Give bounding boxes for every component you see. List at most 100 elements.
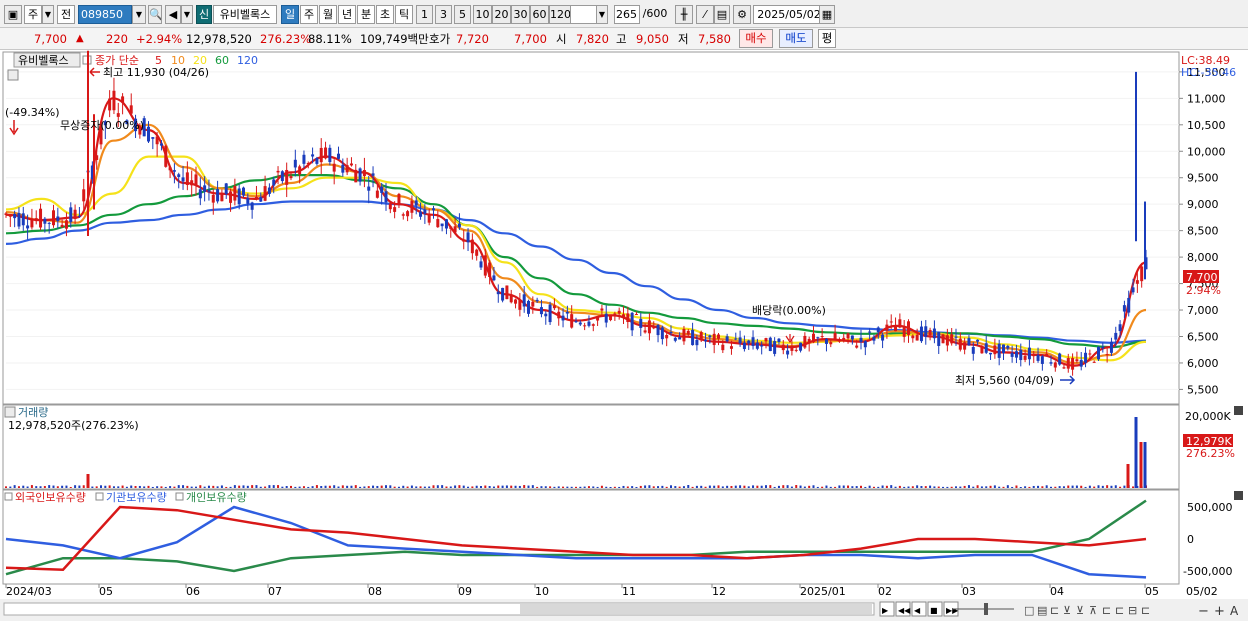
candle-type-icon[interactable]: ╫ [675,5,693,24]
minute-button-120[interactable]: 120 [549,5,571,24]
zoom-out-icon[interactable]: − [1198,604,1209,619]
sell-button[interactable]: 매도 [779,29,813,48]
minute-dropdown-icon[interactable]: ▼ [596,5,608,24]
prev-button[interactable]: 전 [57,5,75,24]
search-icon[interactable]: 🔍 [148,5,162,24]
volume-bar [74,485,77,488]
minute-button-3[interactable]: 3 [435,5,452,24]
volume-bar [1093,486,1096,488]
volume-bar [277,485,280,488]
volume-bar [1028,486,1031,488]
period-button-2[interactable]: 월 [319,5,337,24]
trend-tool-icon[interactable]: ⁄ [696,5,714,24]
zoom-slider-handle[interactable] [984,603,988,615]
code-dropdown-icon[interactable]: ▼ [132,5,146,24]
volume-bar [592,486,595,488]
volume-bar [190,486,193,488]
candle-body [583,325,587,327]
volume-bar [22,485,25,488]
volume-bar [195,486,197,488]
tool-icon-0[interactable]: □ [1024,604,1034,617]
stock-code-input[interactable]: 089850 [78,5,132,24]
speaker-dropdown-icon[interactable]: ▼ [181,5,193,24]
period-button-6[interactable]: 틱 [395,5,413,24]
candle-body [1062,367,1066,369]
candle-body [604,313,608,323]
minute-button-10[interactable]: 10 [473,5,492,24]
period-button-1[interactable]: 주 [300,5,318,24]
volume-bar [143,486,146,488]
eval-button[interactable]: 평 [818,29,836,48]
candle-body [43,218,47,224]
stock-name-field[interactable]: 유비벨록스 [213,5,277,24]
tool-icon-2[interactable]: ⊏ [1050,604,1059,617]
candle-body [695,339,699,346]
candle-body [496,291,500,295]
tool-icon-1[interactable]: ▤ [1037,604,1047,617]
count-input[interactable]: 265 [614,5,640,24]
candle-body [1127,297,1131,313]
holding-legend-1: 기관보유수량 [106,491,167,504]
minute-button-60[interactable]: 60 [530,5,549,24]
period-button-3[interactable]: 년 [338,5,356,24]
minute-button-1[interactable]: 1 [416,5,433,24]
stock-chart[interactable]: 11,50011,00010,50010,0009,5009,0008,5008… [0,50,1248,621]
period-button-4[interactable]: 분 [357,5,375,24]
candle-body [747,340,751,344]
high-label: 고 [616,32,627,46]
candle-body [824,338,828,344]
candle-body [980,345,984,354]
volume-bar [281,486,284,488]
calendar-icon[interactable]: ▦ [819,5,835,24]
candle-body [639,318,643,328]
candle-body [82,189,86,202]
scrollbar-thumb[interactable] [520,604,872,614]
candle-body [194,174,198,186]
period-button-5[interactable]: 초 [376,5,394,24]
x-tick-label: 04 [1050,585,1064,598]
candle-body [13,213,17,219]
minute-button-20[interactable]: 20 [492,5,511,24]
save-icon[interactable]: ▤ [714,5,730,24]
date-input[interactable]: 2025/05/02 [753,5,825,24]
tool-icon-7[interactable]: ⊏ [1115,604,1124,617]
speaker-icon[interactable]: ◀ [165,5,181,24]
volume-bar [1006,485,1009,488]
candle-body [229,191,233,203]
volume-close-icon[interactable] [1234,406,1243,415]
minute-button-30[interactable]: 30 [511,5,530,24]
candle-body [907,321,910,335]
tool-icon-3[interactable]: ⊻ [1063,604,1071,617]
volume-bar [268,485,271,488]
holding-close-icon[interactable] [1234,491,1243,500]
tool-icon-8[interactable]: ⊟ [1128,604,1137,617]
chevron-down-icon[interactable]: ▼ [42,5,54,24]
tool-icon-9[interactable]: ⊏ [1141,604,1150,617]
period-button-0[interactable]: 일 [281,5,299,24]
layout-icon[interactable]: ▣ [4,5,22,24]
volume-bar [967,485,970,488]
candle-body [371,173,375,176]
volume-panel-icon[interactable] [4,406,16,418]
tool-icon-6[interactable]: ⊏ [1102,604,1111,617]
candle-body [794,349,798,351]
zoom-in-icon[interactable]: + [1214,604,1225,619]
volume-bar [946,486,949,488]
gear-icon[interactable]: ⚙ [733,5,751,24]
volume-bar [333,485,336,488]
period-selector[interactable]: 주 [24,5,42,24]
tool-icon-4[interactable]: ⊻ [1076,604,1084,617]
volume-bar [380,485,383,488]
minute-button-5[interactable]: 5 [454,5,471,24]
panel-menu-icon[interactable] [7,69,19,81]
tool-icon-5[interactable]: ⊼ [1089,604,1097,617]
volume-bar [847,485,850,488]
candle-body [505,285,509,300]
candle-body [1079,359,1083,367]
candle-body [246,198,250,204]
buy-button[interactable]: 매수 [739,29,773,48]
font-size-icon[interactable]: A [1230,604,1239,618]
volume-bar [1123,485,1126,488]
candle-body [457,223,461,228]
volume-bar [812,485,815,488]
